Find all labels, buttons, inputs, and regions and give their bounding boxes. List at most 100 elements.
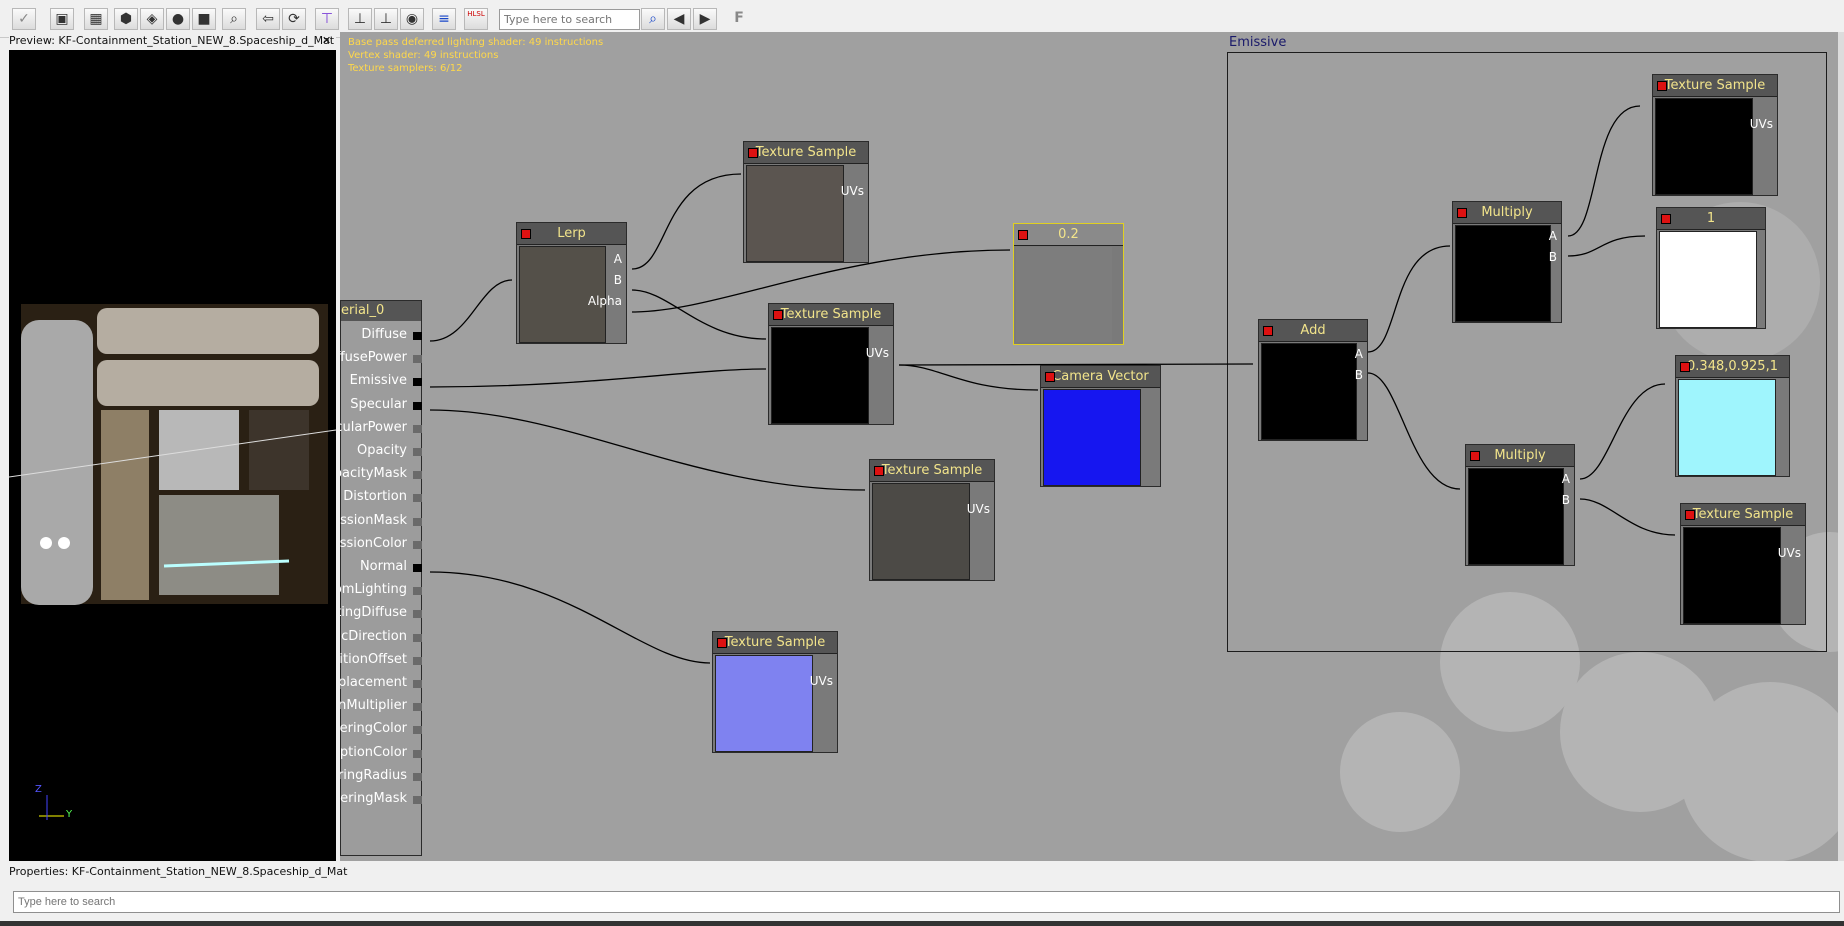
material-input-pin[interactable] (413, 633, 422, 642)
material-input-pin[interactable] (413, 564, 422, 572)
node-title: 0.2 (1014, 224, 1123, 246)
collapse-icon[interactable] (717, 638, 727, 648)
material-input-pin[interactable] (413, 494, 422, 503)
material-input-pin[interactable] (413, 448, 422, 456)
search-prev-icon[interactable]: ◀ (667, 8, 691, 30)
material-input-label: Diffuse (361, 327, 407, 342)
texture-sample-node-2[interactable]: Texture Sample UVs (768, 303, 894, 425)
add-node[interactable]: Add A B (1258, 319, 1368, 441)
preview-cube-icon[interactable]: ◈ (140, 8, 164, 30)
collapse-icon[interactable] (1018, 230, 1028, 240)
node-title: 0.348,0.925,1 (1676, 356, 1789, 378)
texture-preview (872, 483, 970, 580)
collapse-icon[interactable] (773, 310, 783, 320)
collapse-icon[interactable] (1045, 372, 1055, 382)
expression-search-input[interactable] (499, 9, 640, 30)
collapse-icon[interactable] (1680, 362, 1690, 372)
pin-uvs-label: UVs (966, 502, 990, 516)
material-input-pin[interactable] (413, 401, 422, 410)
preview-cylinder-icon[interactable]: ⬢ (114, 8, 138, 30)
material-input-pin[interactable] (413, 772, 422, 781)
properties-search-input[interactable] (13, 891, 1840, 913)
clean-unused-icon[interactable]: ⊤ (315, 8, 339, 30)
material-input-pin[interactable] (413, 656, 422, 665)
material-input-label: ecularPower (340, 419, 407, 435)
texture-sample-node-3[interactable]: Texture Sample UVs (869, 459, 995, 581)
material-input-pin[interactable] (413, 355, 422, 364)
apply-check-icon[interactable]: ✓ (12, 8, 36, 30)
hide-connectors-icon[interactable]: ⊥ (374, 8, 398, 30)
material-input-pin[interactable] (413, 424, 422, 433)
close-icon[interactable]: ✕ (322, 32, 331, 50)
texture-sample-node-normal[interactable]: Texture Sample UVs (712, 631, 838, 753)
collapse-icon[interactable] (521, 229, 531, 239)
texture-sample-node-1[interactable]: Texture Sample UVs (743, 141, 869, 263)
collapse-icon[interactable] (1661, 214, 1671, 224)
material-input-pin[interactable] (413, 703, 422, 712)
home-view-icon[interactable]: ▣ (50, 8, 74, 30)
material-input-pin[interactable] (413, 749, 422, 758)
texture-sample-node-5[interactable]: Texture Sample UVs (1652, 74, 1778, 196)
collapse-icon[interactable] (874, 466, 884, 476)
material-input-label: Opacity (356, 443, 407, 458)
material-input-pin[interactable] (413, 517, 422, 526)
function-f-icon[interactable]: F (727, 8, 751, 30)
vertical-scrollbar[interactable] (1838, 32, 1844, 861)
material-input-pin[interactable] (413, 540, 422, 549)
collapse-icon[interactable] (1263, 326, 1273, 336)
material-input-pin[interactable] (413, 610, 422, 619)
preview-title-text: Preview: KF-Containment_Station_NEW_8.Sp… (9, 34, 335, 47)
material-input-pin[interactable] (413, 587, 422, 596)
collapse-icon[interactable] (1657, 81, 1667, 91)
material-input-pin[interactable] (413, 471, 422, 480)
pin-a-label: A (1548, 229, 1557, 243)
preview-plane-icon[interactable]: ■ (192, 8, 216, 30)
material-input-pin[interactable] (413, 726, 422, 735)
bottom-bar (0, 921, 1844, 926)
collapse-icon[interactable] (748, 148, 758, 158)
pin-b-label: B (1354, 368, 1363, 382)
material-input-label: OpacityMask (340, 466, 407, 482)
search-magnifier-icon[interactable]: ⌕ (641, 8, 665, 30)
constant-preview (1016, 247, 1112, 342)
material-input-pin[interactable] (413, 378, 422, 387)
collapse-icon[interactable] (1685, 510, 1695, 520)
constant-vector-node[interactable]: 0.348,0.925,1 (1675, 355, 1790, 477)
multiply-node-1[interactable]: Multiply A B (1452, 201, 1562, 323)
show-connectors-icon[interactable]: ⊥ (348, 8, 372, 30)
node-title: Multiply (1466, 445, 1574, 467)
add-preview (1261, 343, 1357, 440)
multiply-preview (1468, 468, 1564, 565)
realtime-preview-icon[interactable]: ◉ (400, 8, 424, 30)
camera-vector-node[interactable]: Camera Vector (1040, 365, 1161, 487)
grid-icon[interactable]: ▦ (84, 8, 108, 30)
multiply-node-2[interactable]: Multiply A B (1465, 444, 1575, 566)
material-input-pin[interactable] (413, 332, 422, 340)
normal-map-preview (715, 655, 813, 752)
collapse-icon[interactable] (1470, 451, 1480, 461)
material-input-label: ghtingDiffuse (340, 605, 407, 621)
texture-preview (771, 327, 869, 424)
constant-0-2-node[interactable]: 0.2 (1013, 223, 1124, 345)
find-in-browser-icon[interactable]: ⌕ (222, 8, 246, 30)
node-title: Texture Sample (1681, 504, 1805, 526)
material-root-node[interactable]: erial_0 Diffuse iffusePower Emissive Specul… (340, 300, 422, 856)
material-input-pin[interactable] (413, 796, 422, 804)
hlsl-code-icon[interactable]: HLSL (464, 8, 488, 30)
constant-preview (1659, 231, 1757, 328)
material-preview-viewport[interactable]: Z Y (8, 50, 337, 861)
refresh-icon[interactable]: ⟳ (282, 8, 306, 30)
search-next-icon[interactable]: ▶ (693, 8, 717, 30)
preview-sphere-icon[interactable]: ● (166, 8, 190, 30)
collapse-icon[interactable] (1457, 208, 1467, 218)
lerp-node[interactable]: Lerp A B Alpha (516, 222, 627, 344)
material-graph-canvas[interactable]: Base pass deferred lighting shader: 49 i… (340, 32, 1840, 861)
pin-a-label: A (1354, 347, 1363, 361)
material-input-label: Normal (359, 559, 407, 574)
constant-1-node[interactable]: 1 (1656, 207, 1766, 329)
texture-sample-node-6[interactable]: Texture Sample UVs (1680, 503, 1806, 625)
back-arrow-icon[interactable]: ⇦ (256, 8, 280, 30)
material-input-pin[interactable] (413, 680, 422, 688)
stats-toggle-icon[interactable]: ≡ (432, 8, 456, 30)
pin-uvs-label: UVs (1749, 117, 1773, 131)
